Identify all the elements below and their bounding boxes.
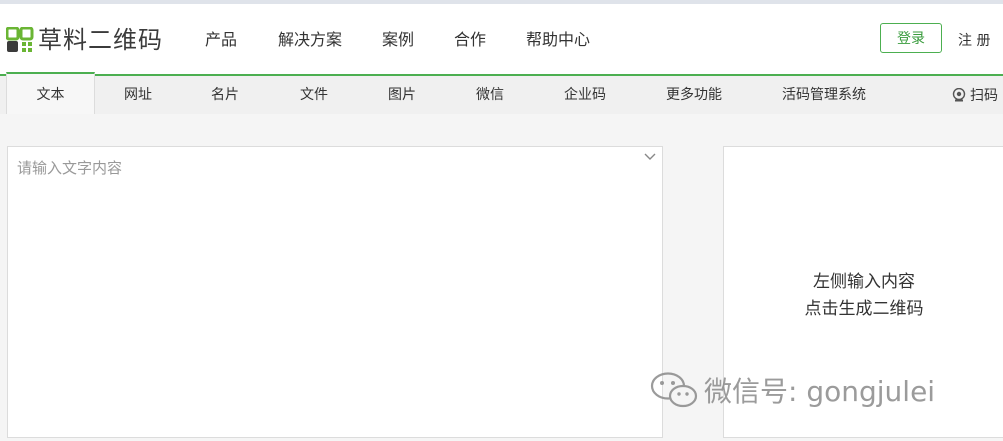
logo-icon — [6, 27, 34, 52]
preview-hint-line2: 点击生成二维码 — [804, 299, 924, 319]
scan-label: 扫码 — [970, 88, 998, 104]
tab-enterprise-code[interactable]: 企业码 — [564, 76, 606, 114]
logo[interactable]: 草料二维码 — [6, 26, 163, 54]
nav-solutions[interactable]: 解决方案 — [278, 30, 342, 50]
tab-image[interactable]: 图片 — [388, 76, 416, 114]
wechat-icon — [650, 372, 698, 408]
tab-card[interactable]: 名片 — [211, 76, 239, 114]
nav-cooperation[interactable]: 合作 — [454, 30, 486, 50]
nav-cases[interactable]: 案例 — [382, 30, 414, 50]
feature-tabs: 文本 网址 名片 文件 图片 微信 企业码 更多功能 活码管理系统 扫码 — [0, 72, 1003, 114]
tab-text[interactable]: 文本 — [6, 72, 95, 114]
site-header: 草料二维码 产品 解决方案 案例 合作 帮助中心 登录 注 册 — [0, 4, 1003, 74]
logo-text: 草料二维码 — [38, 26, 163, 54]
chevron-down-icon[interactable] — [644, 153, 656, 161]
register-link[interactable]: 注 册 — [958, 30, 990, 50]
text-input-panel — [7, 146, 663, 438]
tab-file[interactable]: 文件 — [300, 76, 328, 114]
tab-wechat[interactable]: 微信 — [476, 76, 504, 114]
nav-products[interactable]: 产品 — [205, 30, 237, 50]
scan-button[interactable]: 扫码 — [952, 76, 998, 114]
tab-more-features[interactable]: 更多功能 — [666, 76, 722, 114]
nav-help-center[interactable]: 帮助中心 — [526, 30, 590, 50]
text-content-input[interactable] — [17, 157, 637, 427]
tab-url[interactable]: 网址 — [124, 76, 152, 114]
wechat-watermark: 微信号: gongjulei — [650, 370, 935, 410]
camera-icon — [952, 88, 966, 102]
login-button[interactable]: 登录 — [880, 23, 942, 53]
watermark-text: 微信号: gongjulei — [704, 375, 936, 408]
tab-live-code-system[interactable]: 活码管理系统 — [782, 76, 866, 114]
preview-hint-line1: 左侧输入内容 — [813, 272, 915, 292]
